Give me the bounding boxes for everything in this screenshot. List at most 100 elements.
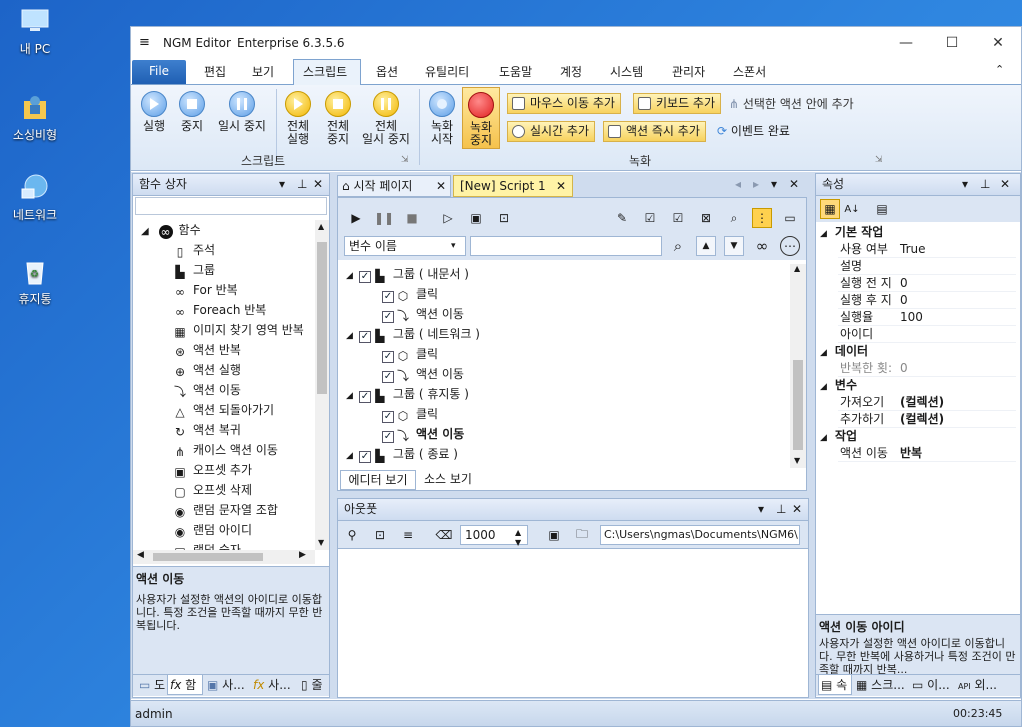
infinity-icon[interactable]: ∞ (752, 236, 772, 256)
run-all-button[interactable]: 전체 실행 (281, 91, 315, 146)
checkbox[interactable]: ✓ (358, 451, 371, 463)
collapse-arrow-icon[interactable]: ◢ (346, 271, 353, 281)
script-action-row[interactable]: ✓ ⬡ 클릭 (382, 404, 438, 424)
script-scrollbar[interactable]: ▲ ▼ (790, 264, 806, 468)
function-item[interactable]: △ 액션 되돌아가기 (173, 400, 274, 420)
eraser-icon[interactable]: ⌫ (434, 525, 454, 545)
script-action-row[interactable]: ✓ ⤵ 액션 이동 (382, 424, 464, 444)
step-over-icon[interactable]: ⊡ (494, 208, 514, 228)
folder-icon[interactable]: 🗀 (572, 525, 592, 545)
chevron-up-icon[interactable]: ▲ (696, 236, 716, 256)
collapse-ribbon-icon[interactable]: ⌃ (995, 63, 1004, 76)
tab-toolbox[interactable]: ▭ 도 (137, 675, 165, 695)
monitor-icon[interactable]: ▭ (780, 208, 800, 228)
collapse-arrow-icon[interactable]: ◢ (820, 382, 827, 392)
close-icon[interactable]: ✕ (313, 174, 323, 195)
pause-icon[interactable]: ❚❚ (374, 208, 394, 228)
property-value[interactable]: (컬렉션) (900, 411, 944, 428)
function-item[interactable]: ⊕ 액션 실행 (173, 360, 241, 380)
collapse-arrow-icon[interactable]: ◢ (346, 331, 353, 341)
stop-button[interactable]: 중지 (177, 91, 207, 133)
menu-script[interactable]: 스크립트 (303, 63, 347, 80)
stop-icon[interactable]: ■ (402, 208, 422, 228)
tab-script-props[interactable]: ▦ 스크... (854, 675, 905, 695)
property-category[interactable]: ◢ 변수 (820, 377, 857, 394)
function-item[interactable]: ∞ Foreach 반복 (173, 300, 266, 320)
menu-view[interactable]: 보기 (252, 63, 274, 80)
property-value[interactable]: 0 (900, 360, 908, 377)
function-item[interactable]: ⊛ 액션 반복 (173, 340, 241, 360)
log-count-stepper[interactable]: 1000 ▲ ▼ (460, 525, 528, 547)
property-row[interactable]: 가져오기 (컬렉션) (838, 394, 1016, 411)
property-category[interactable]: ◢ 작업 (820, 428, 857, 445)
checkbox[interactable]: ✓ (382, 311, 394, 323)
tree-view-icon[interactable]: ⋮ (752, 208, 772, 228)
function-item[interactable]: ⤵ 액션 이동 (173, 380, 241, 400)
function-item[interactable]: ▦ 이미지 찾기 영역 반복 (173, 320, 303, 340)
function-item[interactable]: ⋔ 캐이스 액션 이동 (173, 440, 278, 460)
property-category[interactable]: ◢ 데이터 (820, 343, 868, 360)
tab-properties[interactable]: ▤ 속 (818, 675, 852, 695)
maximize-button[interactable]: ☐ (929, 27, 975, 59)
zoom-icon[interactable]: ⌕ (724, 208, 744, 228)
property-pages-icon[interactable]: ▤ (872, 199, 892, 219)
property-row[interactable]: 액션 이동 반복 (838, 445, 1016, 462)
tab-next-icon[interactable]: ▸ (753, 177, 759, 191)
property-row[interactable]: 실행율 100 (838, 309, 1016, 326)
dialog-launcher-icon[interactable]: ⇲ (875, 155, 883, 165)
pin-icon[interactable]: ⊥ (776, 499, 786, 520)
checkbox[interactable]: ✓ (358, 391, 371, 403)
more-icon[interactable]: ⋯ (780, 236, 800, 256)
property-value[interactable]: 0 (900, 275, 908, 292)
tab-user1[interactable]: ▣ 사... (205, 675, 245, 695)
checkbox[interactable]: ✓ (358, 271, 371, 283)
property-row[interactable]: 실행 전 지 0 (838, 275, 1016, 292)
close-icon[interactable]: ✕ (1000, 174, 1010, 195)
property-row[interactable]: 실행 후 지 0 (838, 292, 1016, 309)
close-icon[interactable]: ✕ (789, 177, 799, 191)
save-icon[interactable]: ▣ (544, 525, 564, 545)
record-stop-button[interactable]: 녹화 중지 (462, 87, 500, 149)
tab-prev-icon[interactable]: ◂ (735, 177, 741, 191)
clear-log-icon[interactable]: ⚲ (342, 525, 362, 545)
menu-utility[interactable]: 유틸리티 (425, 63, 469, 80)
function-hscrollbar[interactable]: ◀ ▶ (133, 550, 315, 564)
desktop-icon-user[interactable]: 소싱비형 (0, 92, 70, 143)
property-row[interactable]: 추가하기 (컬렉션) (838, 411, 1016, 428)
dropdown-icon[interactable]: ▾ (962, 174, 968, 195)
close-button[interactable]: ✕ (975, 27, 1021, 59)
property-row[interactable]: 반복한 횟: 0 (838, 360, 1016, 377)
menu-options[interactable]: 옵션 (376, 63, 398, 80)
categorized-icon[interactable]: ▦ (820, 199, 840, 219)
checkbox[interactable]: ✓ (382, 371, 394, 383)
pause-all-button[interactable]: 전체 일시 중지 (359, 91, 413, 146)
script-group-row[interactable]: ◢ ✓ ▙ 그룹 ( 내문서 ) (346, 264, 469, 284)
function-search-input[interactable] (135, 197, 327, 215)
pin-icon[interactable]: ⊥ (980, 174, 990, 195)
pin-icon[interactable]: ⊥ (297, 174, 307, 195)
function-item[interactable]: ◉ 랜덤 아이디 (173, 520, 252, 540)
dropdown-icon[interactable]: ▾ (771, 177, 777, 191)
function-item[interactable]: ▤랜덤 숫자 (173, 540, 241, 550)
tab-user2[interactable]: fx 사... (251, 675, 291, 695)
script-action-row[interactable]: ✓ ⤵ 액션 이동 (382, 364, 464, 384)
collapse-arrow-icon[interactable]: ◢ (141, 226, 149, 237)
script-group-row[interactable]: ◢ ✓ ▙ 그룹 ( 휴지통 ) (346, 384, 469, 404)
variable-search-input[interactable] (470, 236, 662, 256)
property-category[interactable]: ◢ 기본 작업 (820, 224, 883, 241)
tab-script-1[interactable]: [New] Script 1 ✕ (453, 175, 573, 197)
close-icon[interactable]: ✕ (436, 176, 446, 196)
checkbox[interactable]: ✓ (382, 291, 394, 303)
close-icon[interactable]: ✕ (792, 499, 802, 520)
add-keyboard-button[interactable]: 키보드 추가 (633, 93, 722, 114)
collapse-arrow-icon[interactable]: ◢ (820, 229, 827, 239)
checkbox[interactable]: ✓ (382, 351, 394, 363)
tab-image[interactable]: ▭ 이... (910, 675, 950, 695)
file-menu-button[interactable]: File (132, 60, 186, 84)
add-realtime-button[interactable]: 실시간 추가 (507, 121, 596, 142)
dropdown-icon[interactable]: ▾ (279, 174, 285, 195)
pause-button[interactable]: 일시 중지 (215, 91, 269, 133)
variable-select[interactable]: 변수 이름 ▾ (344, 236, 466, 256)
stepper-down-icon[interactable]: ▼ (515, 534, 521, 552)
save-log-icon[interactable]: ⊡ (370, 525, 390, 545)
